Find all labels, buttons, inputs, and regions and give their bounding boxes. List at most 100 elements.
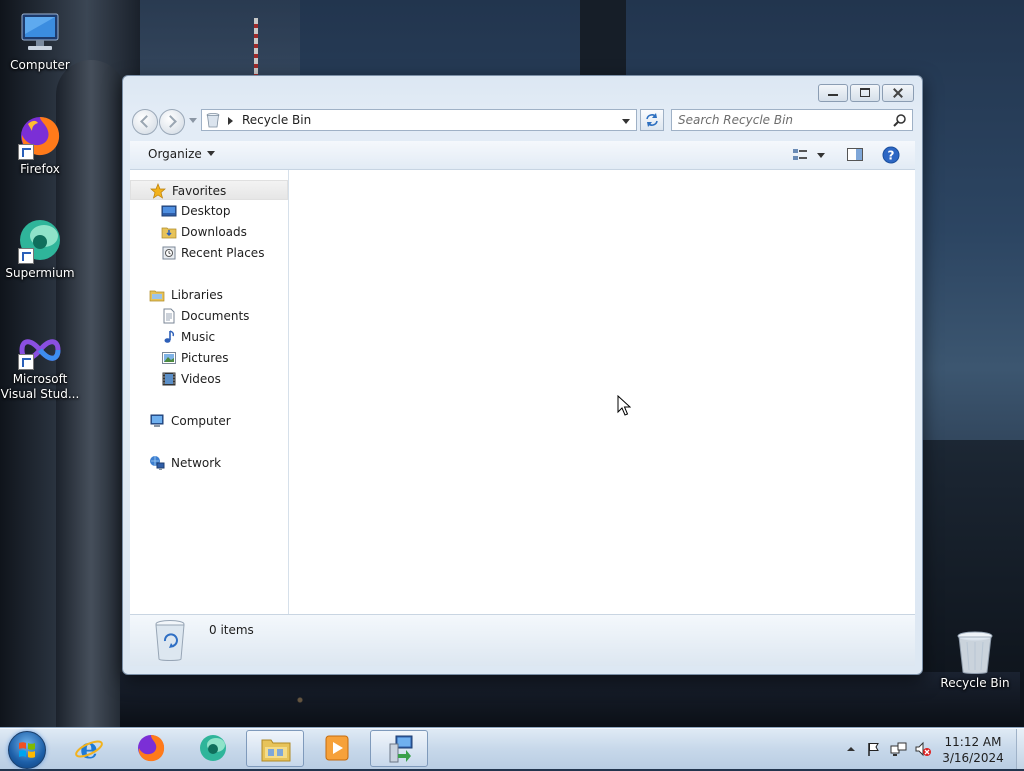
maximize-button[interactable] [850, 84, 880, 102]
media-player-icon [325, 735, 349, 761]
remote-desktop-icon [389, 735, 413, 763]
details-pane: 0 items [130, 614, 915, 666]
volume-muted-icon[interactable] [914, 741, 932, 757]
internet-explorer-icon: e [75, 733, 103, 763]
clock-time: 11:12 AM [944, 735, 1002, 749]
nav-documents[interactable]: Documents [130, 306, 288, 326]
action-center-flag-icon[interactable] [866, 741, 882, 757]
downloads-folder-icon [161, 224, 177, 240]
minimize-button[interactable] [818, 84, 848, 102]
refresh-button[interactable] [640, 109, 664, 131]
nav-label: Computer [171, 414, 231, 428]
taskbar: e 11:12 AM 3/16/2024 [0, 728, 1024, 769]
nav-recent-places[interactable]: Recent Places [130, 243, 288, 263]
desktop-icon-label: Supermium [5, 266, 75, 280]
search-input[interactable] [678, 111, 878, 129]
taskbar-internet-explorer[interactable]: e [60, 730, 118, 767]
view-dropdown-button[interactable] [816, 146, 826, 164]
search-icon[interactable] [893, 113, 907, 127]
star-icon [150, 183, 166, 199]
window-controls [818, 84, 914, 102]
change-view-button[interactable] [792, 146, 810, 164]
breadcrumb-location[interactable]: Recycle Bin [242, 113, 311, 127]
help-button[interactable]: ? [882, 146, 900, 164]
computer-icon [16, 8, 64, 56]
file-list-area[interactable] [289, 170, 915, 614]
desktop-icon-supermium[interactable]: Supermium [0, 216, 80, 281]
close-button[interactable] [882, 84, 914, 102]
nav-label: Favorites [172, 184, 227, 198]
system-clock[interactable]: 11:12 AM 3/16/2024 [933, 734, 1013, 766]
shortcut-arrow-icon [18, 248, 34, 264]
forward-button[interactable] [159, 109, 185, 135]
nav-label: Libraries [171, 288, 223, 302]
nav-label: Pictures [181, 351, 229, 365]
nav-label: Downloads [181, 225, 247, 239]
mouse-cursor-icon [617, 395, 631, 416]
supermium-icon [16, 216, 64, 264]
visual-studio-icon [16, 330, 64, 370]
nav-videos[interactable]: Videos [130, 369, 288, 389]
preview-pane-icon [847, 148, 863, 161]
refresh-icon [646, 113, 658, 127]
wallpaper-city-lights [120, 672, 1020, 728]
taskbar-supermium[interactable] [184, 730, 242, 767]
explorer-window[interactable]: Recycle Bin Organize [122, 75, 923, 675]
back-button[interactable] [132, 109, 158, 135]
item-count: 0 items [209, 623, 254, 637]
desktop-icon-label: Firefox [20, 162, 60, 176]
computer-icon [149, 413, 165, 429]
start-button[interactable] [8, 731, 46, 769]
command-bar: Organize ? [130, 141, 915, 170]
nav-libraries[interactable]: Libraries [130, 285, 288, 305]
desktop-icon-firefox[interactable]: Firefox [0, 112, 80, 177]
nav-downloads[interactable]: Downloads [130, 222, 288, 242]
network-status-icon[interactable] [890, 741, 908, 757]
folder-icon [261, 739, 291, 762]
recycle-bin-small-icon [206, 113, 220, 128]
nav-favorites[interactable]: Favorites [130, 180, 288, 200]
nav-label: Documents [181, 309, 250, 323]
desktop-icon-label: Microsoft Visual Stud... [0, 372, 80, 401]
recent-pages-dropdown[interactable] [189, 118, 197, 123]
show-hidden-icons-icon[interactable] [846, 744, 856, 754]
videos-icon [161, 371, 177, 387]
taskbar-firefox[interactable] [122, 730, 180, 767]
address-dropdown-icon[interactable] [622, 119, 630, 124]
nav-network[interactable]: Network [130, 453, 288, 473]
address-bar[interactable]: Recycle Bin [201, 109, 637, 131]
clock-date: 3/16/2024 [942, 751, 1004, 765]
svg-text:e: e [80, 733, 98, 763]
recent-places-icon [161, 245, 177, 261]
desktop-icon-label: Recycle Bin [940, 676, 1010, 690]
libraries-icon [149, 287, 165, 303]
recycle-bin-icon [152, 619, 188, 663]
taskbar-windows-media-player[interactable] [308, 730, 366, 767]
nav-music[interactable]: Music [130, 327, 288, 347]
help-icon: ? [882, 146, 900, 164]
desktop-icon-computer[interactable]: Computer [0, 8, 80, 73]
pictures-icon [161, 350, 177, 366]
shortcut-arrow-icon [18, 144, 34, 160]
svg-text:?: ? [888, 149, 895, 163]
nav-computer[interactable]: Computer [130, 411, 288, 431]
shortcut-arrow-icon [18, 354, 34, 370]
organize-button[interactable]: Organize [148, 147, 215, 161]
nav-pictures[interactable]: Pictures [130, 348, 288, 368]
desktop-icon-recycle-bin[interactable]: Recycle Bin [935, 630, 1015, 691]
breadcrumb-chevron-icon[interactable] [228, 117, 233, 125]
preview-pane-button[interactable] [846, 146, 864, 164]
nav-desktop[interactable]: Desktop [130, 201, 288, 221]
taskbar-windows-explorer[interactable] [246, 730, 304, 767]
navigation-pane: Favorites Desktop Downloads Recent Place… [130, 170, 289, 614]
desktop-icon-label: Computer [10, 58, 70, 72]
firefox-icon [16, 112, 64, 160]
chevron-down-icon [817, 153, 825, 158]
wallpaper-spire [580, 0, 626, 76]
show-desktop-button[interactable] [1016, 729, 1024, 769]
desktop-icon-visual-studio[interactable]: Microsoft Visual Stud... [0, 330, 80, 402]
nav-label: Recent Places [181, 246, 265, 260]
search-box[interactable] [671, 109, 913, 131]
nav-label: Network [171, 456, 222, 470]
taskbar-remote-desktop[interactable] [370, 730, 428, 767]
